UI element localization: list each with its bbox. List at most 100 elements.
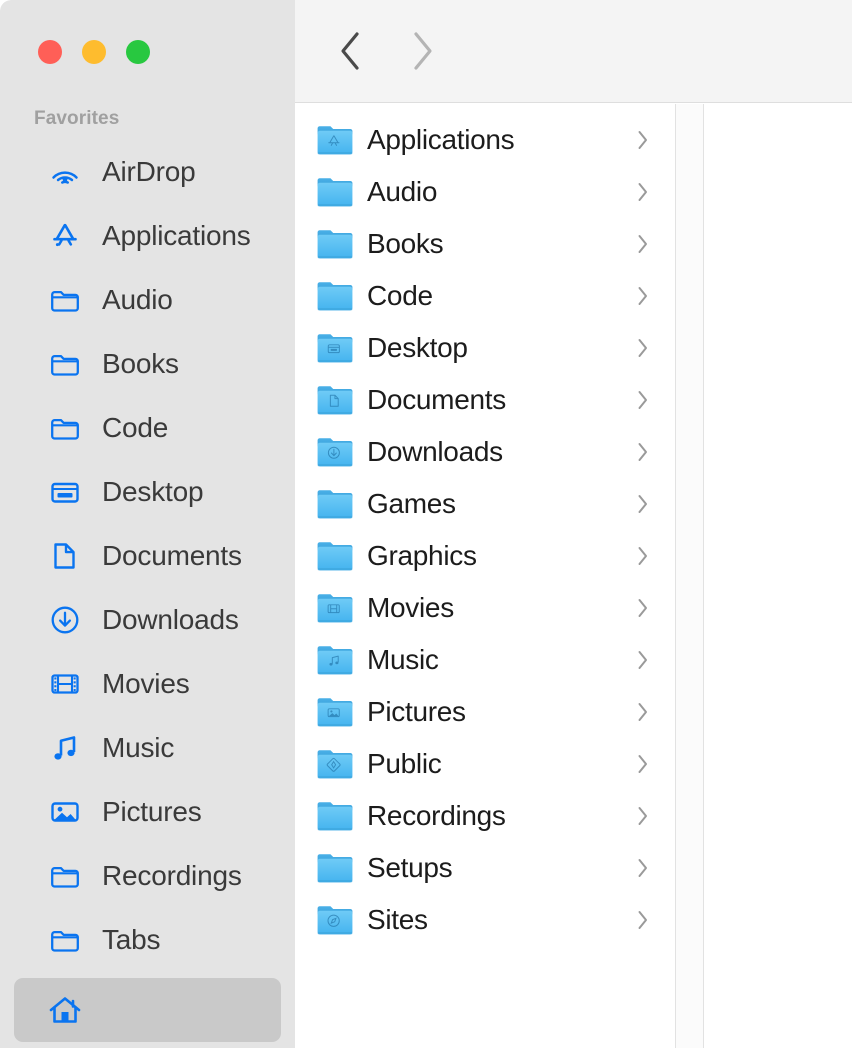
file-row[interactable]: Documents bbox=[295, 374, 675, 426]
file-row[interactable]: Audio bbox=[295, 166, 675, 218]
folder-downloads-icon bbox=[316, 433, 354, 471]
folder-plain-icon bbox=[316, 849, 354, 887]
sidebar: Favorites AirDrop Applications Audio Books C… bbox=[0, 0, 295, 1048]
folder-pictures-icon bbox=[316, 693, 354, 731]
sidebar-item-label: Audio bbox=[102, 284, 173, 315]
file-row[interactable]: Sites bbox=[295, 894, 675, 946]
chevron-right-icon[interactable] bbox=[633, 439, 653, 465]
sidebar-item-label: Music bbox=[102, 732, 175, 763]
sidebar-item-label: Applications bbox=[102, 220, 251, 251]
folder-plain-icon bbox=[316, 797, 354, 835]
chevron-right-icon[interactable] bbox=[633, 751, 653, 777]
sidebar-item-pictures[interactable]: Pictures bbox=[14, 780, 281, 844]
file-row[interactable]: Downloads bbox=[295, 426, 675, 478]
file-row-label: Movies bbox=[367, 592, 454, 623]
file-row-label: Code bbox=[367, 280, 433, 311]
file-row[interactable]: Movies bbox=[295, 582, 675, 634]
chevron-right-icon[interactable] bbox=[633, 231, 653, 257]
file-row[interactable]: Public bbox=[295, 738, 675, 790]
file-row-label: Recordings bbox=[367, 800, 506, 831]
desktop-icon bbox=[48, 475, 82, 509]
chevron-right-icon bbox=[414, 32, 432, 70]
column-2-preview-strip[interactable] bbox=[676, 104, 704, 1048]
file-row-label: Downloads bbox=[367, 436, 503, 467]
file-row-label: Pictures bbox=[367, 696, 466, 727]
file-row[interactable]: Music bbox=[295, 634, 675, 686]
chevron-right-icon[interactable] bbox=[633, 491, 653, 517]
folder-icon bbox=[48, 283, 82, 317]
movies-icon bbox=[48, 667, 82, 701]
sidebar-item-airdrop[interactable]: AirDrop bbox=[14, 140, 281, 204]
chevron-right-icon[interactable] bbox=[633, 127, 653, 153]
applications-icon bbox=[48, 219, 82, 253]
file-row[interactable]: Graphics bbox=[295, 530, 675, 582]
sidebar-item-books[interactable]: Books bbox=[14, 332, 281, 396]
sidebar-list[interactable]: Favorites AirDrop Applications Audio Books C… bbox=[0, 104, 295, 1048]
folder-plain-icon bbox=[316, 537, 354, 575]
downloads-icon bbox=[48, 603, 82, 637]
pictures-icon bbox=[48, 795, 82, 829]
chevron-left-icon bbox=[341, 32, 359, 70]
file-row[interactable]: Setups bbox=[295, 842, 675, 894]
column-1-file-list[interactable]: Applications Audio Books Code Desktop Documen… bbox=[295, 104, 676, 1048]
back-button[interactable] bbox=[328, 28, 374, 74]
chevron-right-icon[interactable] bbox=[633, 595, 653, 621]
file-row[interactable]: Code bbox=[295, 270, 675, 322]
chevron-right-icon[interactable] bbox=[633, 855, 653, 881]
chevron-right-icon[interactable] bbox=[633, 179, 653, 205]
sidebar-item-downloads[interactable]: Downloads bbox=[14, 588, 281, 652]
chevron-right-icon[interactable] bbox=[633, 387, 653, 413]
sidebar-item-label: Code bbox=[102, 412, 169, 443]
folder-icon bbox=[48, 859, 82, 893]
chevron-right-icon[interactable] bbox=[633, 335, 653, 361]
minimize-button[interactable] bbox=[82, 40, 106, 64]
chevron-right-icon[interactable] bbox=[633, 647, 653, 673]
chevron-right-icon[interactable] bbox=[633, 543, 653, 569]
sidebar-section-favorites: Favorites bbox=[34, 108, 120, 129]
file-row-label: Music bbox=[367, 644, 439, 675]
sidebar-item-label: Movies bbox=[102, 668, 190, 699]
file-row-label: Audio bbox=[367, 176, 438, 207]
forward-button[interactable] bbox=[399, 28, 445, 74]
file-row[interactable]: Desktop bbox=[295, 322, 675, 374]
folder-movies-icon bbox=[316, 589, 354, 627]
sidebar-item-audio[interactable]: Audio bbox=[14, 268, 281, 332]
chevron-right-icon[interactable] bbox=[633, 907, 653, 933]
folder-plain-icon bbox=[316, 173, 354, 211]
chevron-right-icon[interactable] bbox=[633, 283, 653, 309]
sidebar-item-label: Tabs bbox=[102, 924, 161, 955]
airdrop-icon bbox=[48, 155, 82, 189]
file-row[interactable]: Applications bbox=[295, 114, 675, 166]
sidebar-item-label: AirDrop bbox=[102, 156, 196, 187]
zoom-button[interactable] bbox=[126, 40, 150, 64]
column-3-empty[interactable] bbox=[704, 104, 852, 1048]
sidebar-item-desktop[interactable]: Desktop bbox=[14, 460, 281, 524]
music-icon bbox=[48, 731, 82, 765]
sidebar-item-movies[interactable]: Movies bbox=[14, 652, 281, 716]
sidebar-item-label: Books bbox=[102, 348, 179, 379]
file-row-label: Desktop bbox=[367, 332, 468, 363]
file-row[interactable]: Recordings bbox=[295, 790, 675, 842]
close-button[interactable] bbox=[38, 40, 62, 64]
sidebar-item-applications[interactable]: Applications bbox=[14, 204, 281, 268]
file-row-label: Documents bbox=[367, 384, 506, 415]
column-view: Applications Audio Books Code Desktop Documen… bbox=[295, 104, 852, 1048]
sidebar-item-recordings[interactable]: Recordings bbox=[14, 844, 281, 908]
file-row[interactable]: Pictures bbox=[295, 686, 675, 738]
chevron-right-icon[interactable] bbox=[633, 803, 653, 829]
home-icon bbox=[48, 993, 82, 1027]
folder-music-icon bbox=[316, 641, 354, 679]
document-icon bbox=[48, 539, 82, 573]
sidebar-item-code[interactable]: Code bbox=[14, 396, 281, 460]
chevron-right-icon[interactable] bbox=[633, 699, 653, 725]
sidebar-item-tabs[interactable]: Tabs bbox=[14, 908, 281, 972]
folder-public-icon bbox=[316, 745, 354, 783]
file-row[interactable]: Games bbox=[295, 478, 675, 530]
folder-icon bbox=[48, 347, 82, 381]
sidebar-item-music[interactable]: Music bbox=[14, 716, 281, 780]
sidebar-item-documents[interactable]: Documents bbox=[14, 524, 281, 588]
file-row-label: Public bbox=[367, 748, 442, 779]
sidebar-item-home[interactable] bbox=[14, 978, 281, 1042]
sidebar-bottom-section bbox=[0, 968, 295, 1048]
file-row[interactable]: Books bbox=[295, 218, 675, 270]
